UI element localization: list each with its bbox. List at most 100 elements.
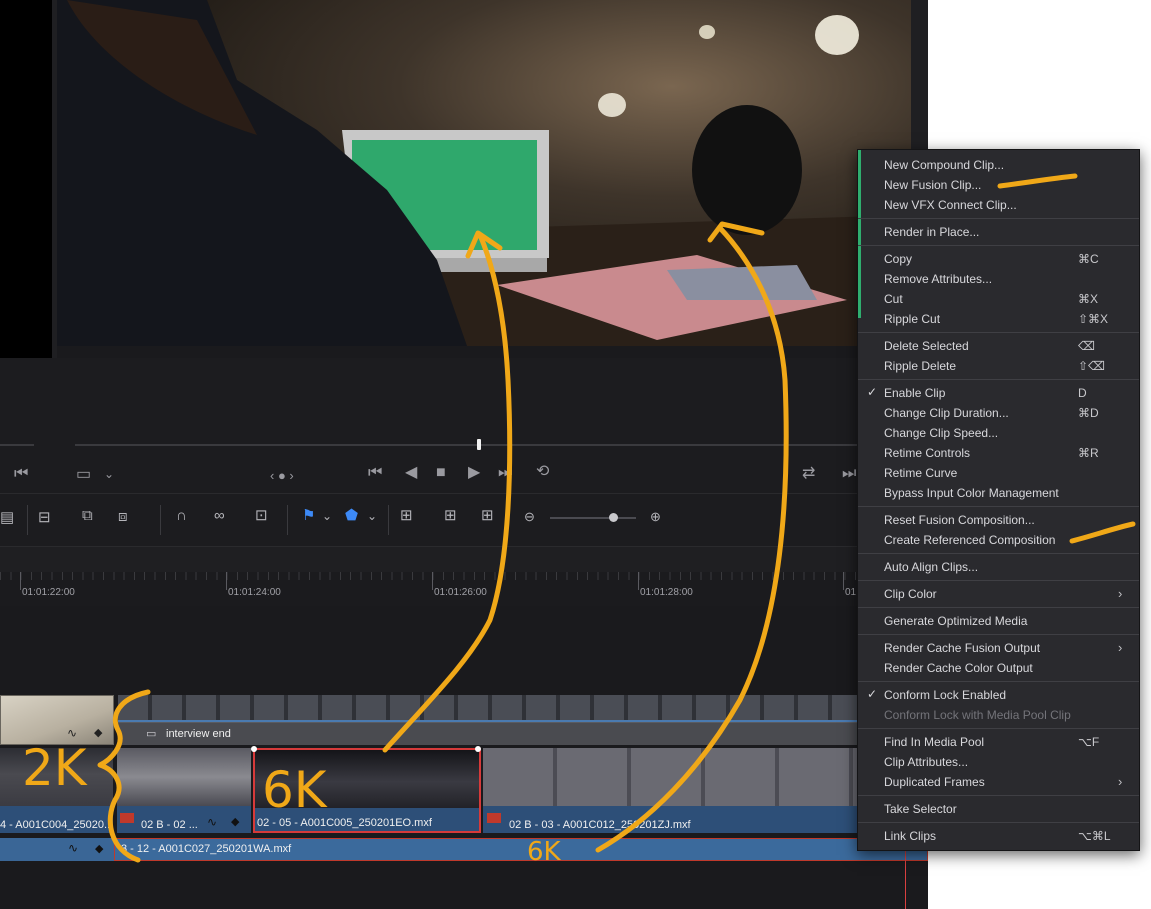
submenu-chevron-icon: › — [1118, 774, 1123, 789]
menu-item-clip-color[interactable]: Clip Color › — [858, 585, 1139, 605]
selected-timeline-clip[interactable]: 02 - 05 - A001C005_250201EO.mxf — [253, 748, 481, 833]
viewer-size-icon[interactable]: ▭ — [76, 467, 91, 483]
timeline-clip-thumbnails[interactable] — [118, 695, 858, 722]
menu-item-label: Conform Lock with Media Pool Clip — [884, 708, 1071, 722]
menu-item-reset-fusion-composition[interactable]: Reset Fusion Composition... — [858, 511, 1139, 531]
menu-item-copy[interactable]: Copy ⌘C — [858, 250, 1139, 270]
source-go-to-start-icon[interactable]: ⏮ — [14, 466, 28, 482]
keyframe-icon[interactable]: ◆ — [94, 726, 102, 739]
ruler-timecode: 01:01:22:00 — [22, 587, 75, 598]
menu-item-new-vfx-connect-clip[interactable]: New VFX Connect Clip... — [858, 196, 1139, 216]
retime-curve-icon[interactable]: ∿ — [207, 815, 217, 829]
ruler-major-tick — [843, 572, 844, 590]
menu-item-create-referenced-composition[interactable]: Create Referenced Composition — [858, 531, 1139, 551]
full-extent-zoom-icon[interactable]: ⊞ — [400, 507, 413, 525]
replace-clip-icon[interactable]: ⧈ — [118, 508, 128, 526]
timeline-clip[interactable]: ∿ ◆ — [0, 695, 114, 745]
menu-item-label: New Compound Clip... — [884, 158, 1005, 172]
play-icon[interactable]: ▶ — [468, 465, 480, 481]
detail-zoom-icon[interactable]: ⊞ — [444, 507, 457, 525]
zoom-slider[interactable] — [550, 517, 636, 519]
play-reverse-icon[interactable]: ◀ — [405, 465, 417, 481]
timeline-clip[interactable]: 02 B - 03 - A001C012_250201ZJ.mxf — [483, 748, 858, 833]
zoom-slider-handle[interactable] — [609, 513, 618, 522]
title-clip[interactable]: ▭ interview end — [118, 722, 858, 745]
flag-chevron-icon[interactable]: ⌄ — [322, 507, 332, 525]
clip-thumbnail — [255, 750, 479, 808]
linked-selection-icon[interactable]: ∞ — [214, 507, 225, 525]
menu-item-cut[interactable]: Cut ⌘X — [858, 290, 1139, 310]
menu-item-retime-curve[interactable]: Retime Curve — [858, 464, 1139, 484]
menu-item-remove-attributes[interactable]: Remove Attributes... — [858, 270, 1139, 290]
menu-item-enable-clip[interactable]: ✓ Enable Clip D — [858, 384, 1139, 404]
keyframe-icon[interactable]: ◆ — [95, 842, 103, 855]
overwrite-clip-icon[interactable]: ⧉ — [82, 507, 93, 525]
ruler-timecode: 01:01:24:00 — [228, 587, 281, 598]
menu-item-ripple-cut[interactable]: Ripple Cut ⇧⌘X — [858, 310, 1139, 330]
menu-item-link-clips[interactable]: Link Clips ⌥⌘L — [858, 827, 1139, 847]
trim-handle-right[interactable] — [475, 746, 481, 752]
menu-item-conform-lock-enabled[interactable]: ✓ Conform Lock Enabled — [858, 686, 1139, 706]
marker-icon[interactable]: ⬟ — [345, 507, 358, 525]
menu-item-render-cache-color-output[interactable]: Render Cache Color Output — [858, 659, 1139, 679]
menu-item-render-cache-fusion-output[interactable]: Render Cache Fusion Output › — [858, 639, 1139, 659]
jog-wheel-icon[interactable]: ‹ ● › — [270, 468, 294, 484]
retime-curve-icon[interactable]: ∿ — [68, 841, 78, 855]
keyframe-icon[interactable]: ◆ — [231, 815, 239, 828]
stop-icon[interactable]: ■ — [436, 465, 446, 481]
go-to-end-icon[interactable]: ⏭ — [498, 465, 512, 481]
menu-item-change-clip-duration[interactable]: Change Clip Duration... ⌘D — [858, 404, 1139, 424]
lower-track-clip[interactable]: 3 - 12 - A001C027_250201WA.mxf — [114, 838, 928, 861]
marker-chevron-icon[interactable]: ⌄ — [367, 507, 377, 525]
menu-item-new-fusion-clip[interactable]: New Fusion Clip... — [858, 176, 1139, 196]
menu-item-generate-optimized-media[interactable]: Generate Optimized Media — [858, 612, 1139, 632]
source-viewer — [0, 0, 52, 358]
menu-item-ripple-delete[interactable]: Ripple Delete ⇧⌫ — [858, 357, 1139, 377]
menu-item-duplicated-frames[interactable]: Duplicated Frames › — [858, 773, 1139, 793]
menu-item-auto-align-clips[interactable]: Auto Align Clips... — [858, 558, 1139, 578]
playhead-line[interactable] — [905, 845, 906, 909]
trim-handle-left[interactable] — [251, 746, 257, 752]
next-clip-icon[interactable]: ⏭ — [842, 466, 856, 482]
menu-item-find-in-media-pool[interactable]: Find In Media Pool ⌥F — [858, 733, 1139, 753]
menu-item-bypass-input-color-management[interactable]: Bypass Input Color Management — [858, 484, 1139, 504]
clip-context-menu: New Compound Clip... New Fusion Clip... … — [857, 149, 1140, 851]
timeline-scrubber[interactable] — [75, 444, 865, 446]
menu-item-label: Bypass Input Color Management — [884, 486, 1059, 500]
timeline-clip[interactable]: 02 B - 02 ... ∿ ◆ — [117, 748, 251, 833]
custom-zoom-icon[interactable]: ⊞ — [481, 507, 494, 525]
viewer-size-chevron-icon[interactable]: ⌄ — [104, 466, 114, 482]
menu-item-new-compound-clip[interactable]: New Compound Clip... — [858, 156, 1139, 176]
match-frame-icon[interactable]: ⇄ — [802, 466, 815, 482]
menu-item-label: Generate Optimized Media — [884, 614, 1028, 628]
loop-icon[interactable]: ⟲ — [536, 464, 549, 480]
menu-item-retime-controls[interactable]: Retime Controls ⌘R — [858, 444, 1139, 464]
menu-item-shortcut: ⇧⌫ — [1078, 359, 1106, 373]
source-scrubber[interactable] — [0, 444, 34, 446]
position-lock-icon[interactable]: ⊡ — [255, 507, 268, 525]
zoom-in-icon[interactable]: ⊕ — [650, 508, 661, 526]
go-to-start-icon[interactable]: ⏮ — [368, 465, 382, 481]
zoom-out-icon[interactable]: ⊖ — [524, 508, 535, 526]
timeline-clip[interactable]: 4 - A001C004_25020... — [0, 748, 113, 833]
ruler-major-tick — [432, 572, 433, 590]
edit-mode-icon[interactable]: ▤ — [0, 509, 14, 527]
ruler-major-tick — [638, 572, 639, 590]
scrubber-playhead[interactable] — [477, 439, 481, 450]
clip-label: 3 - 12 - A001C027_250201WA.mxf — [121, 843, 292, 855]
menu-item-shortcut: ⌘D — [1078, 406, 1099, 420]
snapping-magnet-icon[interactable]: ∩ — [176, 507, 187, 525]
menu-item-delete-selected[interactable]: Delete Selected ⌫ — [858, 337, 1139, 357]
menu-separator — [858, 607, 1139, 608]
menu-item-take-selector[interactable]: Take Selector — [858, 800, 1139, 820]
insert-clip-icon[interactable]: ⊟ — [38, 509, 51, 527]
clip-thumbnail — [117, 748, 251, 806]
menu-item-render-in-place[interactable]: Render in Place... — [858, 223, 1139, 243]
menu-item-change-clip-speed[interactable]: Change Clip Speed... — [858, 424, 1139, 444]
menu-item-clip-attributes[interactable]: Clip Attributes... — [858, 753, 1139, 773]
flag-icon[interactable]: ⚑ — [302, 507, 315, 525]
retime-curve-icon[interactable]: ∿ — [67, 726, 77, 740]
menu-separator — [858, 580, 1139, 581]
timeline-viewer-frame[interactable] — [57, 0, 911, 346]
toolbar-divider — [388, 505, 389, 535]
